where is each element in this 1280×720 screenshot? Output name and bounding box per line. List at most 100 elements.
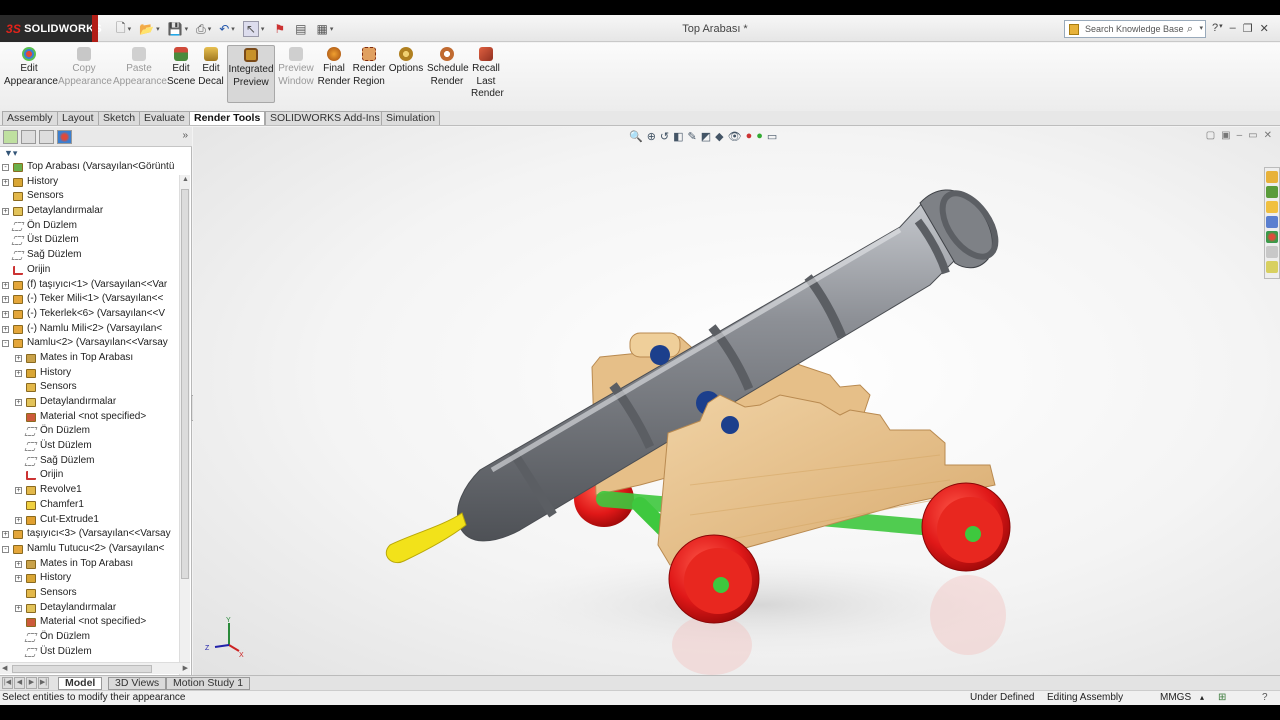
tree-node[interactable]: Sağ Düzlem [0, 454, 178, 469]
expand-icon[interactable]: + [2, 178, 9, 186]
rebuild-status-icon[interactable]: ⊞ [1218, 691, 1226, 705]
tree-node[interactable]: Sensors [0, 189, 178, 204]
edit-appearance-button[interactable]: Edit Appearance [4, 47, 58, 88]
tree-node[interactable]: + Detaylandırmalar [0, 601, 178, 616]
expand-panel-icon[interactable]: » [182, 130, 188, 141]
expand-icon[interactable]: + [15, 354, 22, 362]
status-units[interactable]: MMGS [1160, 691, 1191, 705]
tree-node[interactable]: Orijin [0, 468, 178, 483]
minimize-icon[interactable]: – [1230, 22, 1236, 35]
scroll-thumb[interactable] [12, 665, 152, 673]
tab-model[interactable]: Model [58, 677, 103, 690]
expand-icon[interactable]: + [2, 281, 9, 289]
expand-icon[interactable]: + [15, 560, 22, 568]
tree-node[interactable]: Sensors [0, 586, 178, 601]
tab-evaluate[interactable]: Evaluate [139, 111, 190, 125]
tab-sketch[interactable]: Sketch [98, 111, 141, 125]
tree-node[interactable]: Material <not specified> [0, 410, 178, 425]
integrated-preview-button[interactable]: Integrated Preview [227, 45, 275, 103]
collapse-icon[interactable]: - [2, 164, 9, 171]
tree-node[interactable]: Material <not specified> [0, 615, 178, 630]
copy-appearance-button[interactable]: Copy Appearance [58, 47, 112, 88]
tree-node[interactable]: - Namlu Tutucu<2> (Varsayılan< [0, 542, 178, 557]
expand-icon[interactable]: + [2, 531, 9, 539]
scroll-up-icon[interactable]: ▲ [182, 176, 189, 183]
scroll-left-icon[interactable]: ◀ [2, 664, 7, 672]
tab-render-tools[interactable]: Render Tools [189, 111, 266, 125]
render-region-button[interactable]: Render Region [352, 47, 386, 88]
feature-manager-tab-icon[interactable] [3, 130, 18, 144]
search-dropdown-icon[interactable]: ▾ [1199, 24, 1203, 32]
tree-node[interactable]: - Namlu<2> (Varsayılan<<Varsay [0, 336, 178, 351]
configuration-manager-tab-icon[interactable] [39, 130, 54, 144]
tree-node[interactable]: + Mates in Top Arabası [0, 557, 178, 572]
tab-layout[interactable]: Layout [57, 111, 99, 125]
tree-vertical-scrollbar[interactable]: ▲ ▼ [179, 175, 190, 675]
tab-3d-views[interactable]: 3D Views [108, 677, 167, 690]
tree-node[interactable]: Chamfer1 [0, 498, 178, 513]
first-tab-icon[interactable]: |◀ [2, 677, 13, 689]
tree-node[interactable]: + History [0, 571, 178, 586]
expand-icon[interactable]: + [2, 325, 9, 333]
paste-appearance-button[interactable]: Paste Appearance [113, 47, 167, 88]
close-icon[interactable]: ✕ [1260, 22, 1269, 35]
recall-last-render-button[interactable]: Recall Last Render [468, 47, 504, 101]
tree-node[interactable]: + (f) taşıyıcı<1> (Varsayılan<<Var [0, 278, 178, 293]
tree-node[interactable]: + Revolve1 [0, 483, 178, 498]
expand-icon[interactable]: + [2, 296, 9, 304]
display-manager-tab-icon[interactable] [57, 130, 72, 144]
help-status-icon[interactable]: ? [1262, 691, 1268, 705]
tab-motion-study[interactable]: Motion Study 1 [166, 677, 251, 690]
options-button[interactable]: Options [388, 47, 424, 76]
expand-icon[interactable]: + [15, 604, 22, 612]
tab-assembly[interactable]: Assembly [2, 111, 58, 125]
tree-node[interactable]: - Top Arabası (Varsayılan<Görüntü [0, 160, 178, 175]
tree-node[interactable]: + History [0, 366, 178, 381]
expand-icon[interactable]: + [15, 487, 22, 495]
expand-icon[interactable]: + [15, 575, 22, 583]
tree-node[interactable]: Üst Düzlem [0, 233, 178, 248]
restore-icon[interactable]: ❐ [1243, 22, 1253, 35]
expand-icon[interactable]: + [15, 516, 22, 524]
schedule-render-button[interactable]: Schedule Render [427, 47, 469, 88]
collapse-icon[interactable]: - [2, 545, 9, 553]
tree-node[interactable]: Üst Düzlem [0, 645, 178, 660]
expand-icon[interactable]: + [2, 208, 9, 216]
cannon-model[interactable] [193, 127, 1280, 675]
tree-node[interactable]: + (-) Teker Mili<1> (Varsayılan<< [0, 292, 178, 307]
expand-icon[interactable]: + [2, 310, 9, 318]
tree-node[interactable]: Sensors [0, 380, 178, 395]
tree-node[interactable]: Ön Düzlem [0, 630, 178, 645]
graphics-area[interactable]: 🔍 ⊕ ↺ ◧ ✎ ◩ ◆ 👁 ● ● ▭ ▢ ▣ – ▭ ✕ Y X Z [193, 127, 1280, 675]
next-tab-icon[interactable]: ▶ [26, 677, 37, 689]
tree-node[interactable]: + (-) Namlu Mili<2> (Varsayılan< [0, 322, 178, 337]
tree-node[interactable]: + Detaylandırmalar [0, 204, 178, 219]
filter-icon[interactable]: ▼▾ [4, 148, 17, 158]
edit-decal-button[interactable]: Edit Decal [197, 47, 225, 88]
tree-node[interactable]: Orijin [0, 263, 178, 278]
search-knowledge-base[interactable]: Search Knowledge Base ⌕ ▾ [1064, 20, 1206, 38]
tree-node[interactable]: + taşıyıcı<3> (Varsayılan<<Varsay [0, 527, 178, 542]
tree-node[interactable]: + History [0, 175, 178, 190]
help-icon[interactable]: ? [1212, 22, 1218, 35]
tree-node[interactable]: + Cut-Extrude1 [0, 513, 178, 528]
prev-tab-icon[interactable]: ◀ [14, 677, 25, 689]
expand-icon[interactable]: + [15, 369, 22, 377]
collapse-icon[interactable]: - [2, 340, 9, 348]
tree-node[interactable]: Ön Düzlem [0, 219, 178, 234]
last-tab-icon[interactable]: ▶| [38, 677, 49, 689]
tree-horizontal-scrollbar[interactable]: ◀ ▶ [0, 662, 190, 674]
final-render-button[interactable]: Final Render [317, 47, 351, 88]
expand-icon[interactable]: + [15, 399, 22, 406]
search-icon[interactable]: ⌕ [1187, 23, 1193, 36]
scroll-right-icon[interactable]: ▶ [183, 664, 188, 672]
help-dropdown-icon[interactable]: ▾ [1219, 22, 1223, 35]
tab-solidworks-add-ins[interactable]: SOLIDWORKS Add-Ins [265, 111, 385, 125]
preview-window-button[interactable]: Preview Window [278, 47, 314, 88]
tree-node[interactable]: Sağ Düzlem [0, 248, 178, 263]
property-manager-tab-icon[interactable] [21, 130, 36, 144]
scroll-thumb[interactable] [181, 189, 189, 579]
tree-node[interactable]: + Mates in Top Arabası [0, 351, 178, 366]
tree-node[interactable]: + (-) Tekerlek<6> (Varsayılan<<V [0, 307, 178, 322]
edit-scene-button[interactable]: Edit Scene [167, 47, 195, 88]
